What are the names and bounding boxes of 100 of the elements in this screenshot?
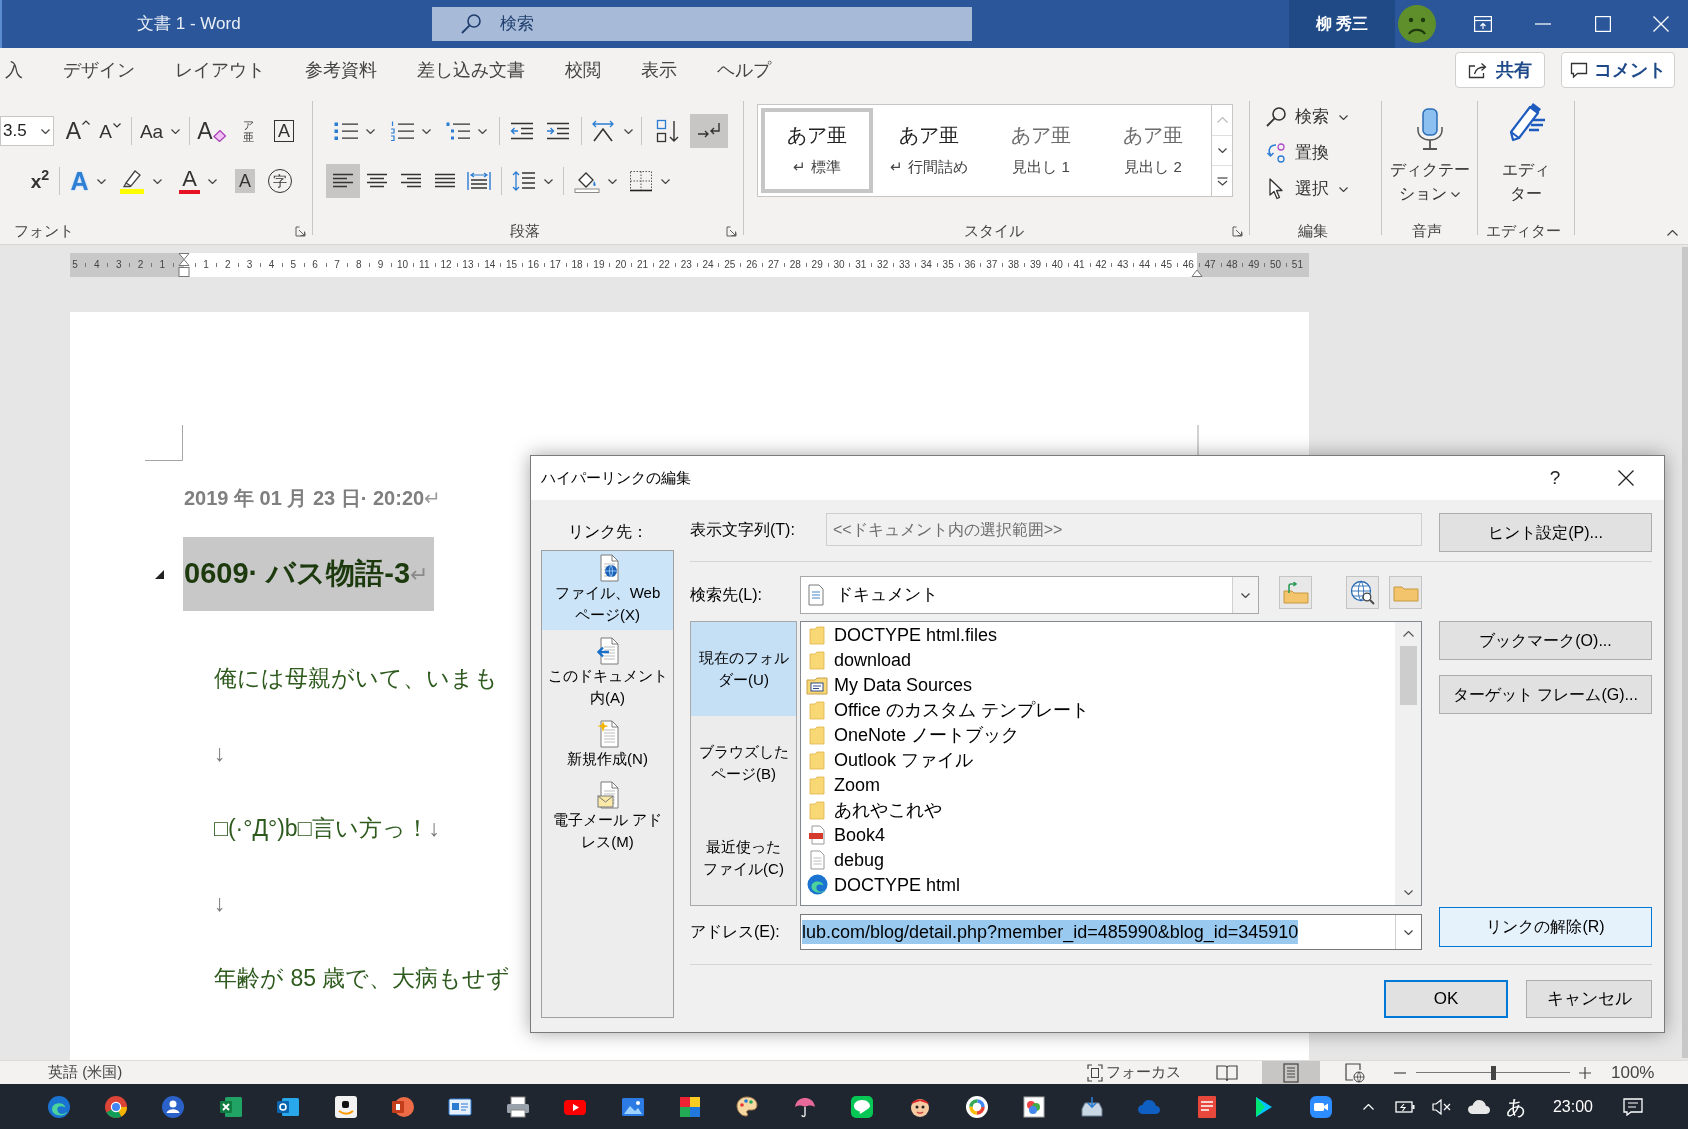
bookmark-button[interactable]: ブックマーク(O)... <box>1439 621 1652 660</box>
file-name[interactable]: download <box>834 648 912 671</box>
chat-bubble-icon[interactable] <box>850 1094 875 1119</box>
launcher-icon[interactable] <box>295 225 306 237</box>
focus-button[interactable]: フォーカス <box>1087 1060 1181 1085</box>
file-name[interactable]: OneNote ノートブック <box>834 723 1020 746</box>
style-item[interactable]: あア亜 ↵ 標準 <box>761 108 873 193</box>
scrollbar-thumb[interactable] <box>1399 646 1417 705</box>
ring-icon[interactable] <box>104 1094 129 1119</box>
ribbon-options-icon[interactable] <box>1474 16 1492 32</box>
file-name[interactable]: debug <box>834 848 885 871</box>
text-effects-button[interactable]: A <box>64 164 112 198</box>
zoom-slider-thumb[interactable] <box>1490 1065 1496 1080</box>
presentation-icon[interactable] <box>391 1094 416 1119</box>
target-frame-button[interactable]: ターゲット フレーム(G)... <box>1439 675 1652 714</box>
comment-button[interactable]: コメント <box>1561 52 1675 88</box>
close-icon[interactable] <box>1618 470 1634 486</box>
file-name[interactable]: DOCTYPE html <box>834 873 961 896</box>
file-name[interactable]: Book4 <box>834 823 886 846</box>
file-name[interactable]: DOCTYPE html.files <box>834 623 998 646</box>
color-squares-icon[interactable] <box>678 1094 702 1119</box>
file-name[interactable]: Outlook ファイル <box>834 748 974 771</box>
remove-link-button[interactable]: リンクの解除(R) <box>1439 907 1652 947</box>
cloud-icon[interactable] <box>1467 1098 1491 1115</box>
printer-icon[interactable] <box>505 1094 530 1119</box>
source-item[interactable]: 最近使ったファイル(C) <box>691 810 796 905</box>
shrink-font-button[interactable]: A <box>94 114 126 148</box>
ribbon-tab[interactable]: レイアウト <box>175 48 265 92</box>
zoom-slider[interactable] <box>1416 1065 1570 1080</box>
change-case-button[interactable]: Aa <box>136 114 184 148</box>
select-button[interactable]: 選択 <box>1265 171 1381 207</box>
character-border-button[interactable]: A <box>266 114 302 148</box>
ribbon-tab[interactable]: 入 <box>5 48 23 92</box>
zoom-level[interactable]: 100% <box>1611 1059 1655 1086</box>
ring-icon[interactable] <box>964 1094 989 1119</box>
ime-indicator[interactable]: あ <box>1506 1096 1526 1117</box>
ribbon-tab[interactable]: デザイン <box>63 48 135 92</box>
video-camera-icon[interactable] <box>1309 1094 1334 1119</box>
person-icon[interactable] <box>161 1094 186 1119</box>
collapse-triangle-icon[interactable] <box>155 569 164 579</box>
ribbon-tab[interactable]: 校閲 <box>565 48 601 92</box>
scrollbar[interactable] <box>1395 622 1421 905</box>
account-panel[interactable]: 柳 秀三 <box>1289 0 1395 48</box>
character-shading-button[interactable]: A <box>228 164 262 198</box>
scrollbar[interactable] <box>1682 247 1688 1058</box>
enclose-characters-button[interactable]: 字 <box>262 164 298 198</box>
phonetic-guide-button[interactable]: ア亜 <box>230 114 266 148</box>
palette-icon[interactable] <box>735 1094 760 1119</box>
editor-button[interactable]: エディター <box>1501 92 1551 206</box>
notification-icon[interactable] <box>1623 1097 1643 1116</box>
font-size-field[interactable]: 3.5 <box>0 116 54 146</box>
style-item[interactable]: あア亜 見出し 2 <box>1097 108 1209 193</box>
launcher-icon[interactable] <box>1232 225 1243 237</box>
replace-button[interactable]: 置換 <box>1265 135 1381 171</box>
ribbon-tab[interactable]: ヘルプ <box>717 48 771 92</box>
print-layout-button[interactable] <box>1262 1060 1320 1085</box>
maximize-icon[interactable] <box>1595 16 1611 32</box>
ribbon-tab[interactable]: 表示 <box>641 48 677 92</box>
file-name[interactable]: Office のカスタム テンプレート <box>834 698 1089 721</box>
launcher-icon[interactable] <box>726 225 737 237</box>
screen-tip-button[interactable]: ヒント設定(P)... <box>1439 513 1652 552</box>
speaker-muted-icon[interactable] <box>1432 1098 1452 1115</box>
link-type-item[interactable]: 電子メール アドレス(M) <box>542 778 673 857</box>
search-field[interactable]: 検索 <box>432 7 972 41</box>
dictate-button[interactable]: ディクテーション <box>1388 92 1471 206</box>
chevron-up-icon[interactable] <box>1667 230 1678 236</box>
taskbar-clock[interactable]: 23:00 <box>1552 1094 1593 1119</box>
find-button[interactable]: 検索 <box>1265 99 1381 135</box>
tray-arrow-icon[interactable] <box>1079 1094 1104 1119</box>
align-left-button[interactable] <box>326 164 360 198</box>
file-name[interactable]: Zoom <box>834 773 880 796</box>
indent-marker-icon[interactable] <box>1191 269 1203 277</box>
look-in-field[interactable]: ドキュメント <box>800 576 1259 614</box>
indent-marker-icon[interactable] <box>178 253 190 277</box>
spreadsheet-icon[interactable] <box>218 1094 243 1119</box>
language-status[interactable]: 英語 (米国) <box>48 1061 123 1084</box>
style-item[interactable]: あア亜 見出し 1 <box>985 108 1097 193</box>
share-button[interactable]: 共有 <box>1455 52 1545 88</box>
style-item[interactable]: あア亜 ↵ 行間詰め <box>873 108 985 193</box>
help-button[interactable]: ? <box>1532 456 1578 500</box>
ok-button[interactable]: OK <box>1384 980 1508 1018</box>
cancel-button[interactable]: キャンセル <box>1526 980 1652 1018</box>
sad-face-icon[interactable] <box>1398 5 1436 43</box>
source-item[interactable]: 現在のフォルダー(U) <box>691 622 796 717</box>
link-type-item[interactable]: このドキュメント内(A) <box>542 634 673 713</box>
file-name[interactable]: My Data Sources <box>834 673 973 696</box>
picture-icon[interactable] <box>1022 1094 1047 1119</box>
link-type-item[interactable]: 新規作成(N) <box>542 717 673 774</box>
source-item[interactable]: ブラウズしたページ(B) <box>691 716 796 811</box>
superscript-button[interactable]: x$^{2}$ <box>26 164 54 198</box>
ribbon-tab[interactable]: 差し込み文書 <box>417 48 525 92</box>
ribbon-tab[interactable]: 参考資料 <box>305 48 377 92</box>
font-color-button[interactable]: A <box>168 164 228 198</box>
browse-web-button[interactable] <box>1346 576 1379 609</box>
show-marks-button[interactable] <box>690 114 728 148</box>
smile-tile-icon[interactable] <box>333 1094 358 1119</box>
address-field[interactable]: lub.com/blog/detail.php?member_id=485990&blog_id=345910 <box>800 914 1422 950</box>
link-type-item[interactable]: ファイル、Web ページ(X) <box>542 551 673 630</box>
clear-formatting-button[interactable]: A <box>194 114 230 148</box>
file-name[interactable]: あれやこれや <box>834 798 942 821</box>
